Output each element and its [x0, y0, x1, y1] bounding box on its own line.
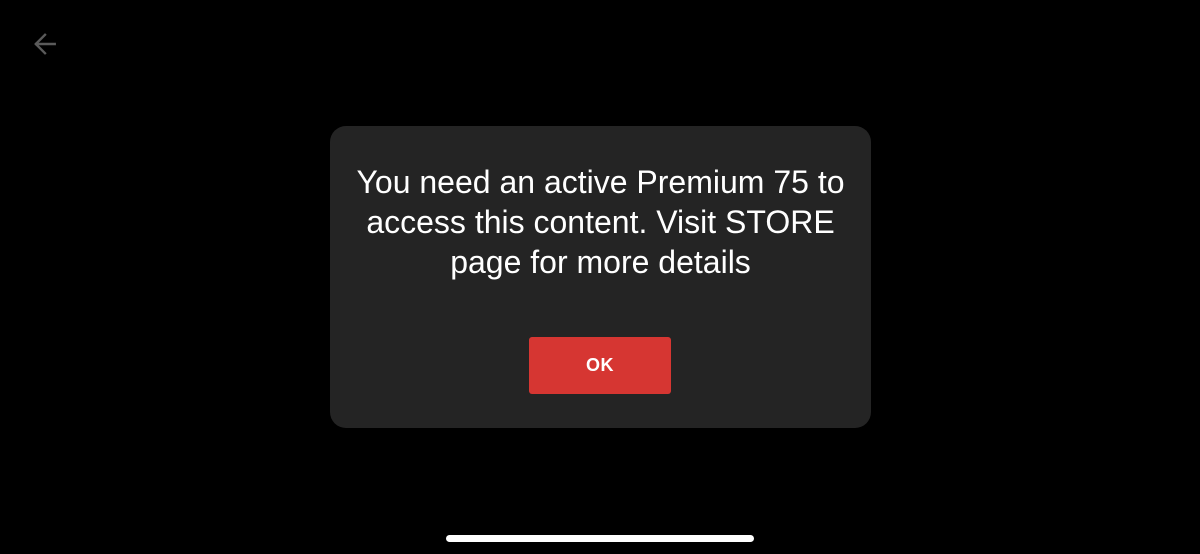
dialog-message: You need an active Premium 75 to access … [356, 164, 845, 280]
screen: You need an active Premium 75 to access … [0, 0, 1200, 554]
arrow-left-icon [32, 31, 58, 62]
premium-required-dialog: You need an active Premium 75 to access … [330, 126, 871, 428]
ok-button[interactable]: OK [529, 337, 671, 394]
home-indicator[interactable] [446, 535, 754, 542]
back-button[interactable] [24, 26, 66, 66]
